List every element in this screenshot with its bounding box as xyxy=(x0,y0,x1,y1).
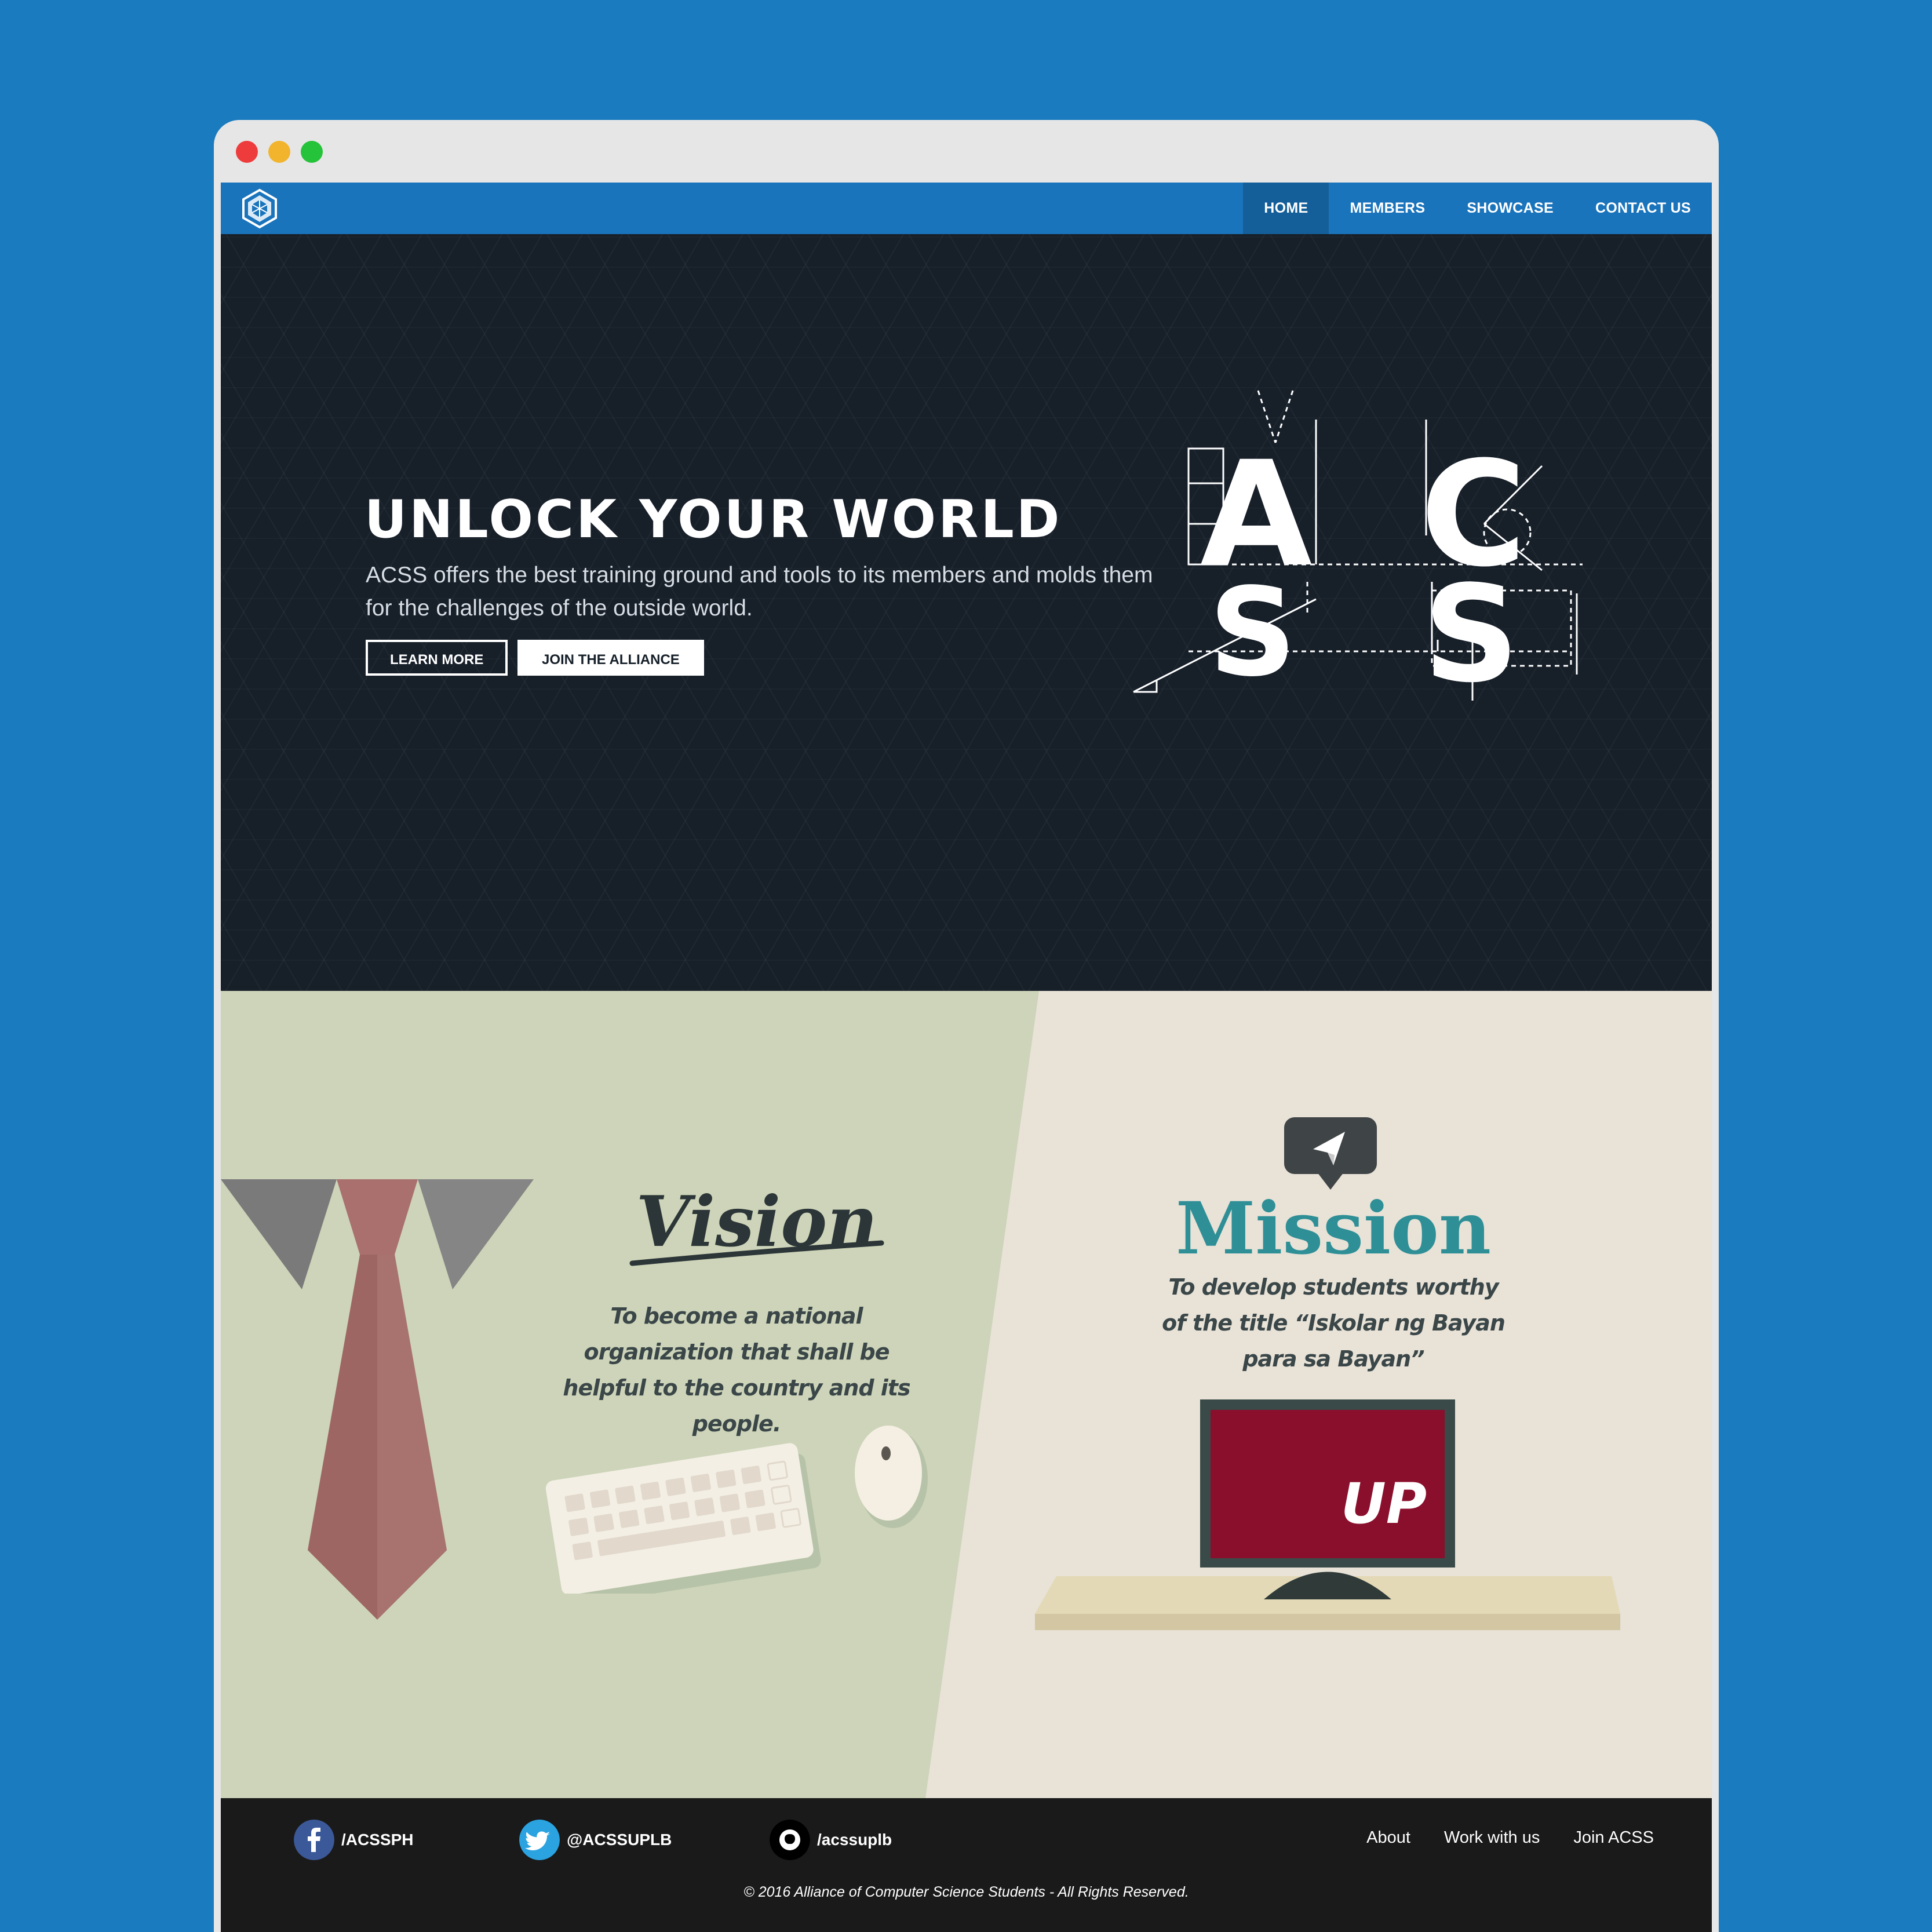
window-titlebar xyxy=(214,120,1719,183)
twitter-icon xyxy=(519,1820,560,1860)
main-nav: HOME MEMBERS SHOWCASE CONTACT US xyxy=(1243,183,1712,234)
footer-links: About Work with us Join ACSS xyxy=(1366,1828,1654,1847)
keyboard-illustration xyxy=(545,1443,821,1594)
footer: /ACSSPH @ACSSUPLB /acssuplb About Work w… xyxy=(221,1798,1712,1932)
footer-link-work-with-us[interactable]: Work with us xyxy=(1444,1828,1540,1847)
hero-section: UNLOCK YOUR WORLD ACSS offers the best t… xyxy=(221,234,1712,991)
learn-more-button[interactable]: LEARN MORE xyxy=(366,640,508,676)
twitter-link[interactable]: @ACSSUPLB xyxy=(519,1819,672,1861)
close-window-button[interactable] xyxy=(236,141,258,163)
acss-logo-icon[interactable] xyxy=(239,188,280,229)
twitter-handle: @ACSSUPLB xyxy=(567,1831,672,1849)
footer-link-about[interactable]: About xyxy=(1366,1828,1410,1847)
facebook-icon xyxy=(294,1820,334,1860)
maximize-window-button[interactable] xyxy=(301,141,323,163)
hero-description: ACSS offers the best training ground and… xyxy=(366,563,1153,621)
desk-monitor-illustration xyxy=(1035,1399,1620,1630)
navbar: HOME MEMBERS SHOWCASE CONTACT US xyxy=(221,183,1712,234)
web-page: HOME MEMBERS SHOWCASE CONTACT US UNLOCK … xyxy=(221,183,1712,1932)
mission-text: To develop students worthy of the title … xyxy=(1162,1274,1505,1372)
vision-heading: Vision xyxy=(629,1182,884,1266)
nav-showcase[interactable]: SHOWCASE xyxy=(1446,183,1574,234)
hero-title: UNLOCK YOUR WORLD xyxy=(364,489,1062,550)
nav-members[interactable]: MEMBERS xyxy=(1329,183,1446,234)
nav-contact-us[interactable]: CONTACT US xyxy=(1574,183,1712,234)
mouse-illustration xyxy=(855,1426,928,1528)
acss-blueprint-logo: A C S S xyxy=(1133,390,1583,712)
facebook-link[interactable]: /ACSSPH xyxy=(294,1819,413,1861)
minimize-window-button[interactable] xyxy=(268,141,290,163)
paper-plane-icon xyxy=(1284,1117,1377,1190)
vision-text: To become a national organization that s… xyxy=(563,1303,910,1437)
svg-text:S: S xyxy=(1423,557,1519,712)
browser-window: HOME MEMBERS SHOWCASE CONTACT US UNLOCK … xyxy=(214,120,1719,1932)
copyright-text: © 2016 Alliance of Computer Science Stud… xyxy=(743,1884,1189,1900)
github-handle: /acssuplb xyxy=(817,1831,892,1849)
github-icon xyxy=(770,1820,810,1860)
vision-mission-section: Vision To become a national organization… xyxy=(221,991,1712,1798)
join-alliance-button[interactable]: JOIN THE ALLIANCE xyxy=(517,640,704,676)
nav-home[interactable]: HOME xyxy=(1243,183,1329,234)
facebook-handle: /ACSSPH xyxy=(341,1831,414,1849)
github-link[interactable]: /acssuplb xyxy=(770,1819,892,1861)
mission-heading: Mission xyxy=(1176,1187,1491,1271)
necktie-illustration xyxy=(221,1179,534,1620)
svg-text:S: S xyxy=(1209,562,1296,703)
monitor-screen-text: UP xyxy=(1340,1471,1427,1536)
footer-link-join-acss[interactable]: Join ACSS xyxy=(1573,1828,1654,1847)
